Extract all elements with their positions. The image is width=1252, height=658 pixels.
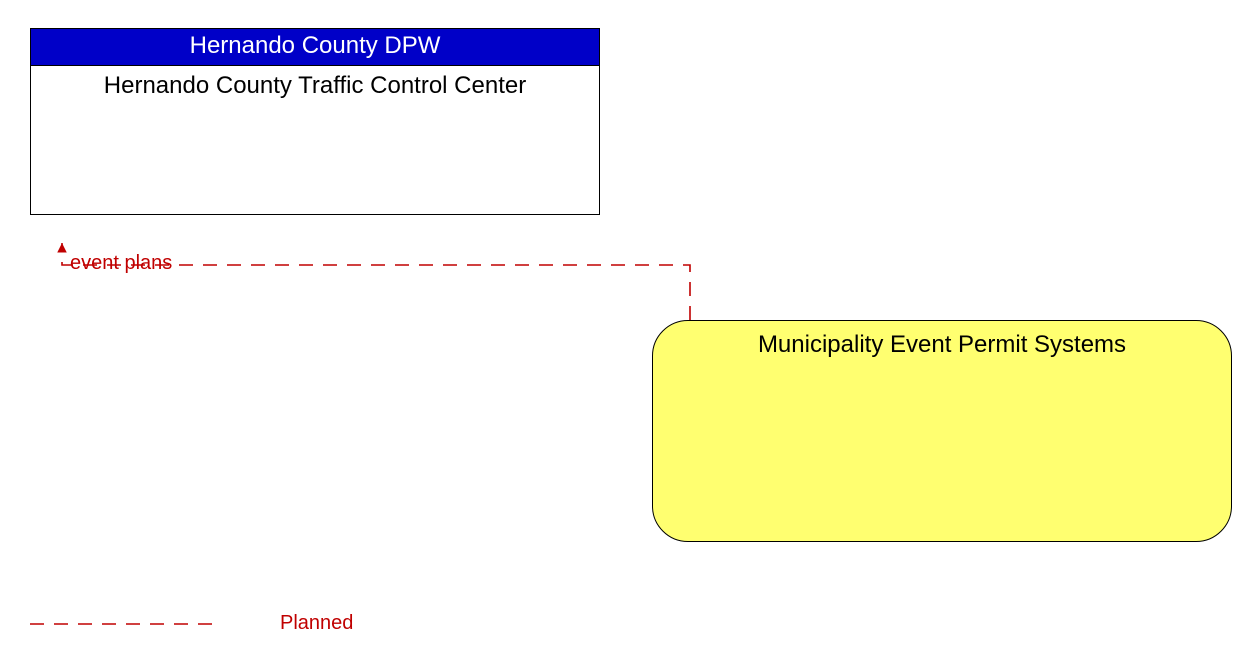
node-header: Hernando County DPW: [30, 28, 600, 65]
node-traffic-control-center: Hernando County DPW Hernando County Traf…: [30, 28, 600, 215]
yellow-node-title: Municipality Event Permit Systems: [758, 331, 1126, 358]
legend-label-planned: Planned: [280, 612, 353, 635]
node-body: Hernando County Traffic Control Center: [30, 65, 600, 215]
node-title: Hernando County Traffic Control Center: [39, 72, 591, 100]
flow-label-event-plans: event plans: [70, 252, 172, 275]
node-municipality-event-permit: Municipality Event Permit Systems: [652, 320, 1232, 542]
